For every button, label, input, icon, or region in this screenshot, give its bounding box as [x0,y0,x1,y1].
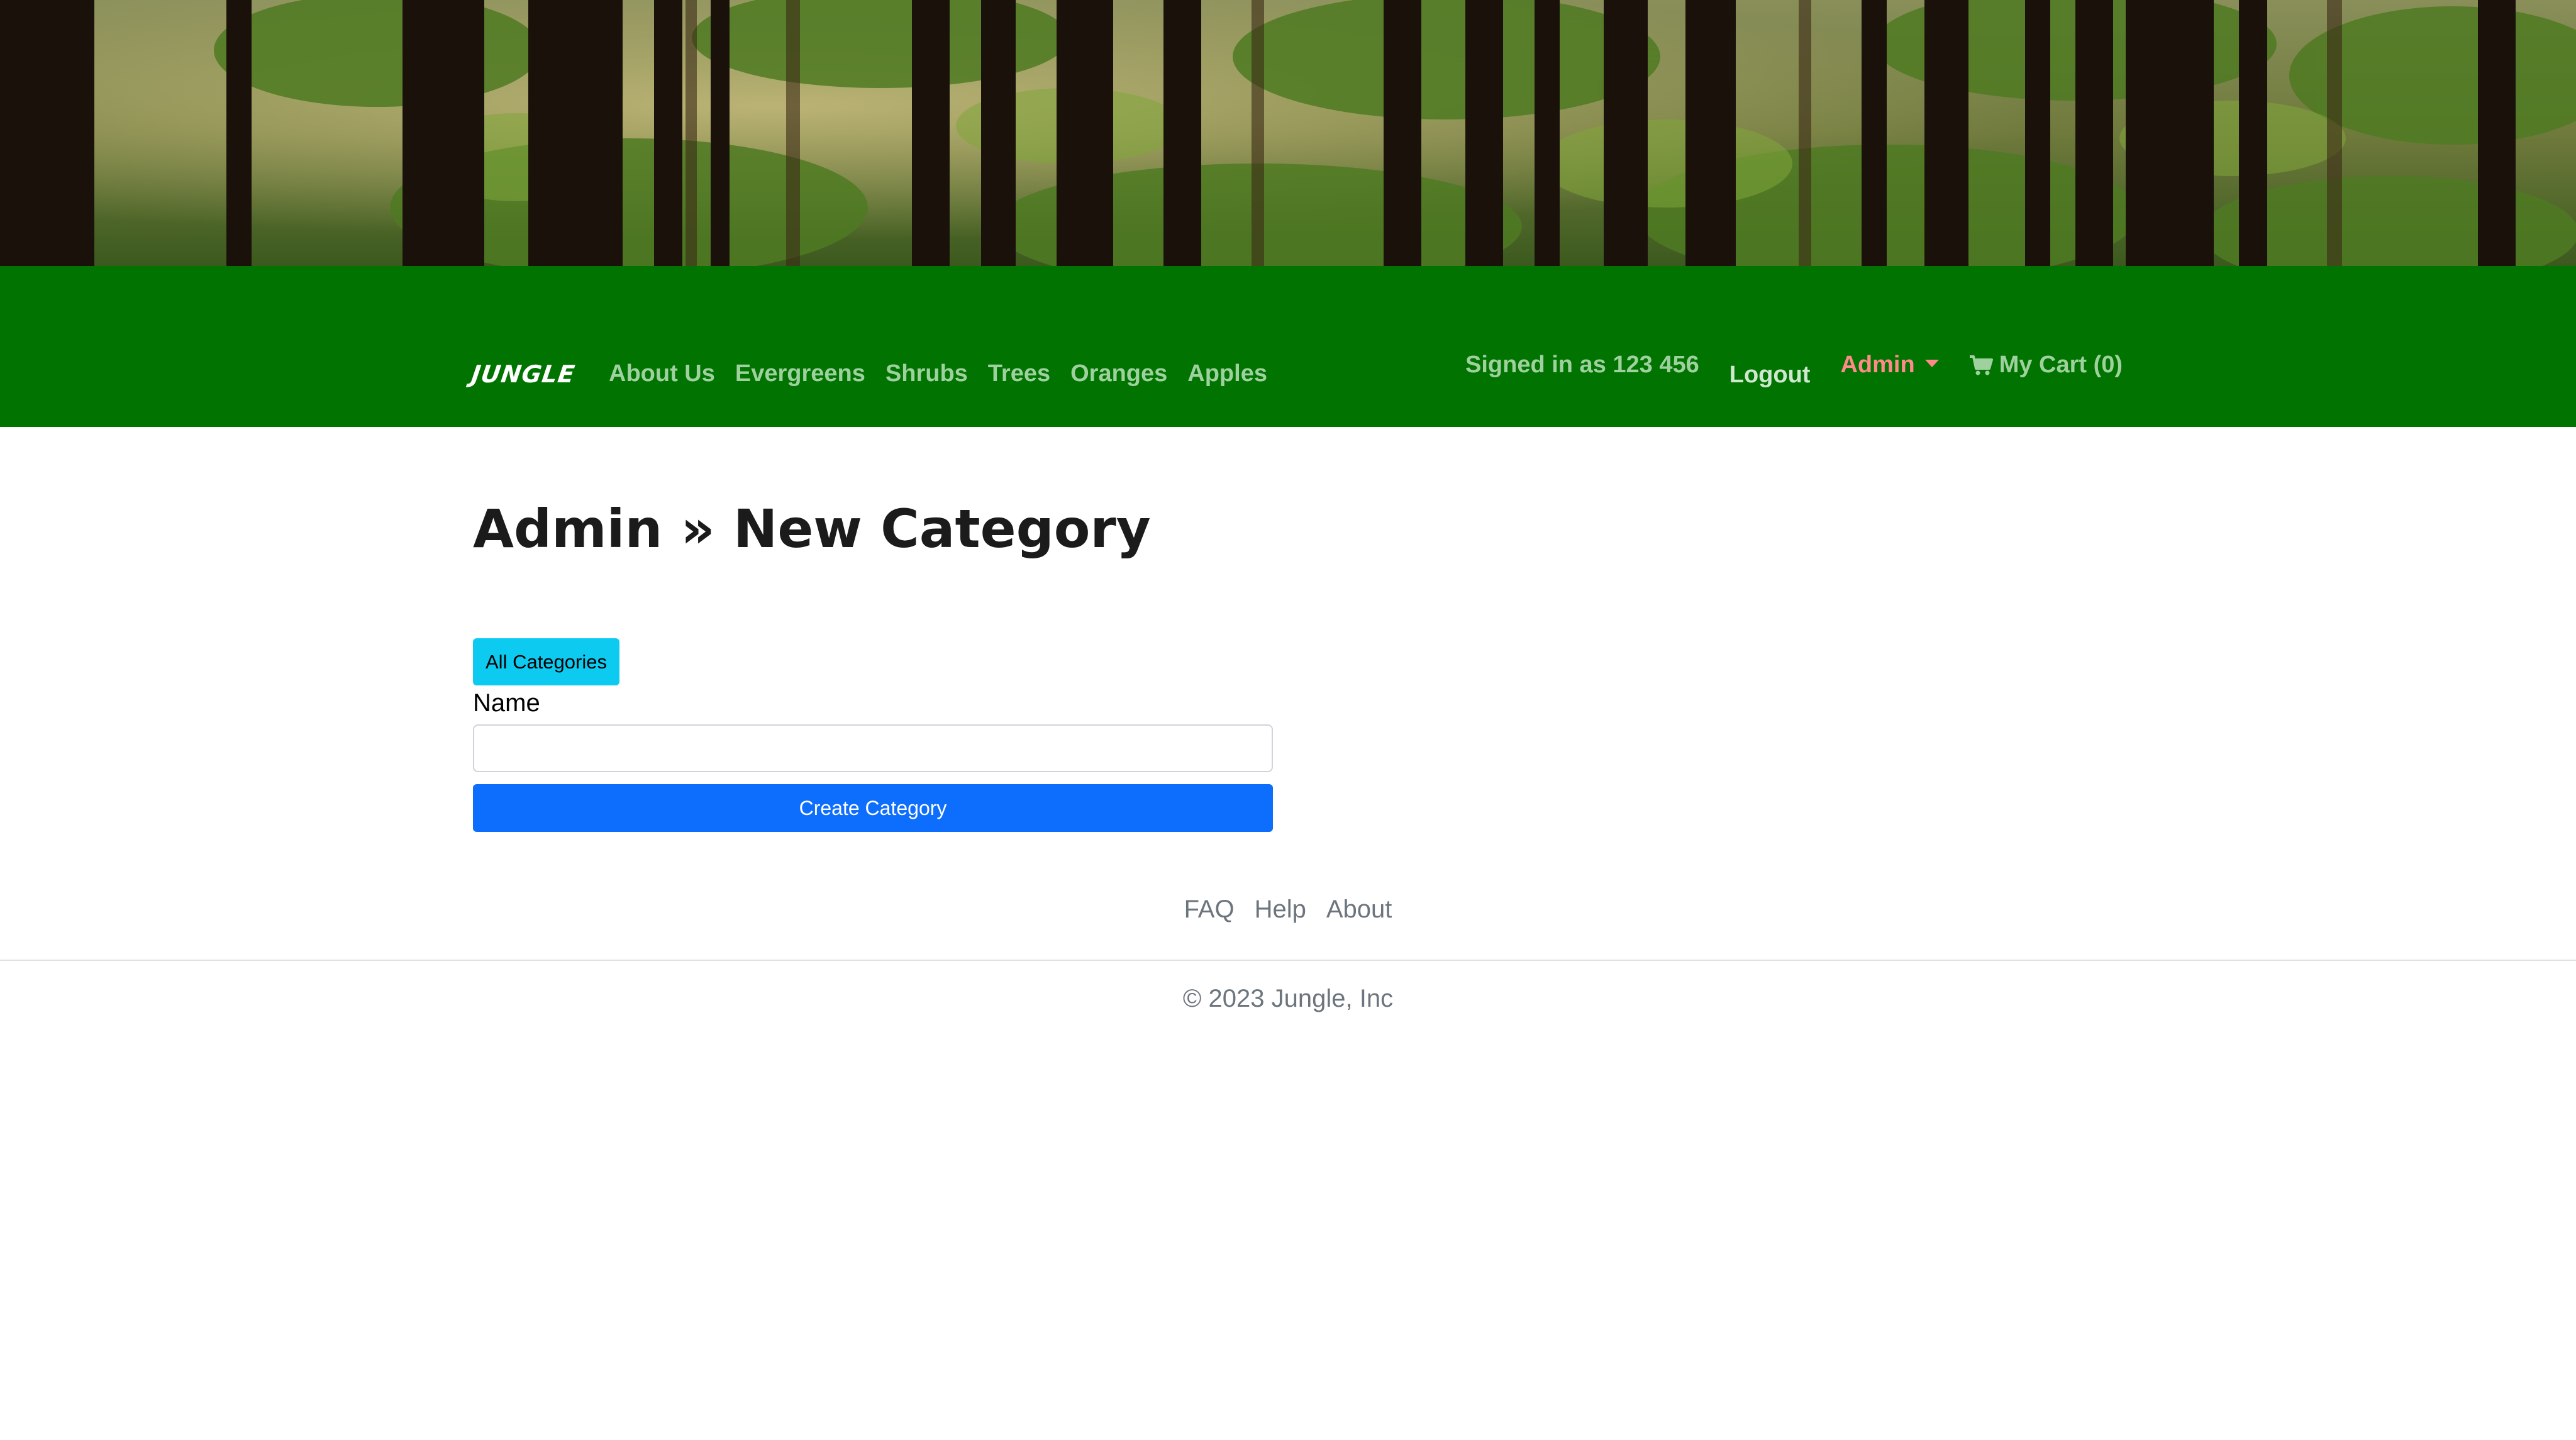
top-navbar: JUNGLE About Us Evergreens Shrubs Trees … [0,266,2576,427]
page-title: Admin » New Category [473,498,1151,560]
nav-link-evergreens[interactable]: Evergreens [735,360,865,387]
footer-link-about[interactable]: About [1326,895,1392,924]
footer-link-faq[interactable]: FAQ [1184,895,1235,924]
nav-user-area: Signed in as 123 456 Logout Admin My Car… [1465,352,2123,389]
category-name-input[interactable] [473,724,1273,772]
my-cart-link[interactable]: My Cart (0) [1969,352,2123,379]
nav-link-oranges[interactable]: Oranges [1070,360,1167,387]
admin-dropdown-label: Admin [1840,352,1915,378]
signed-in-status: Signed in as 123 456 [1465,352,1699,378]
forest-illustration [0,0,2576,266]
footer-link-help[interactable]: Help [1255,895,1306,924]
footer-divider [0,960,2576,961]
name-field-label: Name [473,689,540,717]
nav-link-about-us[interactable]: About Us [609,360,715,387]
shopping-cart-icon [1969,355,1993,375]
copyright-text: © 2023 Jungle, Inc [1182,985,1394,1012]
nav-link-trees[interactable]: Trees [988,360,1050,387]
all-categories-button[interactable]: All Categories [473,638,619,685]
brand-logo-link[interactable]: JUNGLE [470,360,577,388]
nav-category-links: About Us Evergreens Shrubs Trees Oranges… [609,360,1267,387]
my-cart-label: My Cart (0) [1999,352,2123,378]
footer-links: FAQ Help About [0,895,2576,924]
admin-dropdown-toggle[interactable]: Admin [1840,352,1939,379]
forest-banner-image [0,0,2576,266]
nav-link-shrubs[interactable]: Shrubs [886,360,968,387]
create-category-button[interactable]: Create Category [473,784,1273,832]
logout-link[interactable]: Logout [1729,362,1811,389]
caret-down-icon [1924,359,1939,367]
nav-link-apples[interactable]: Apples [1187,360,1267,387]
